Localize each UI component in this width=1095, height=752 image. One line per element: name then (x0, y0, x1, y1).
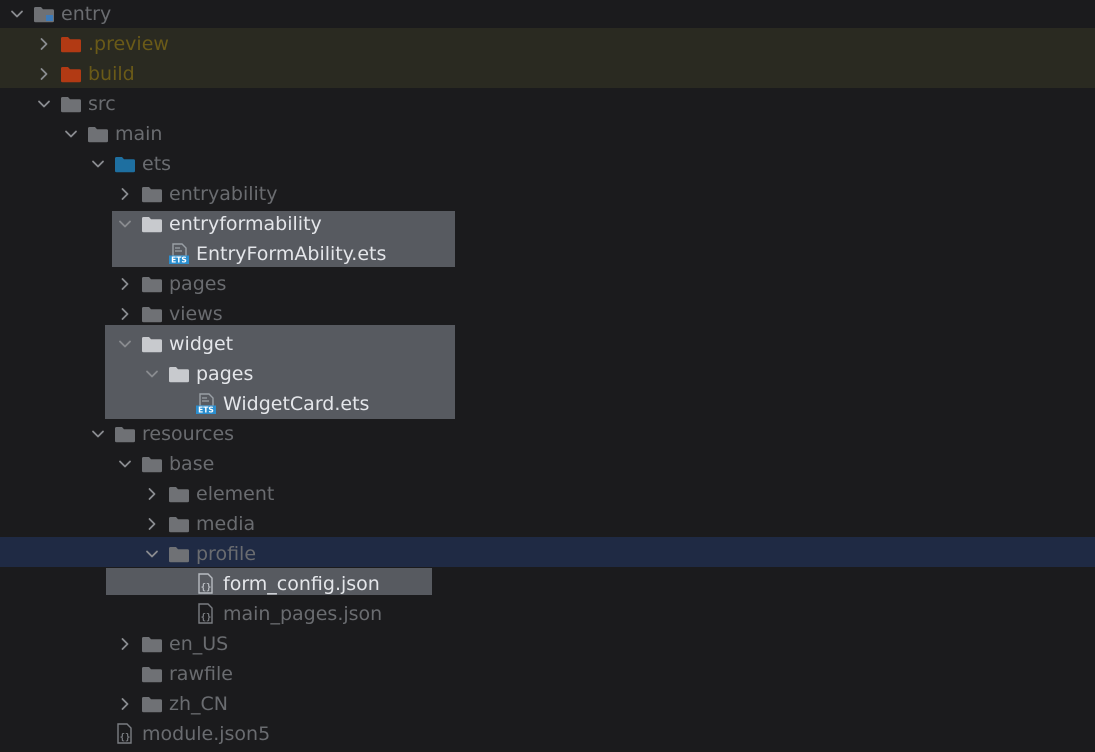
chevron-right-icon[interactable] (116, 695, 134, 713)
tree-row[interactable]: ets (0, 149, 1095, 179)
tree-item-label: entryability (169, 183, 278, 205)
module-folder-icon (33, 5, 55, 23)
chevron-right-icon[interactable] (143, 485, 161, 503)
tree-row[interactable]: .preview (0, 29, 1095, 59)
tree-row[interactable]: {} module.json5 (0, 719, 1095, 749)
folder-icon (114, 425, 136, 443)
tree-row[interactable]: pages (0, 359, 1095, 389)
tree-item-label: base (169, 453, 215, 475)
folder-icon (168, 365, 190, 383)
folder-icon (60, 95, 82, 113)
tree-item-label: entryformability (169, 213, 322, 235)
json-file-icon: {} (195, 573, 217, 594)
tree-item-label: zh_CN (169, 693, 228, 715)
folder-icon (141, 215, 163, 233)
chevron-down-icon[interactable] (116, 215, 134, 233)
tree-row[interactable]: profile (0, 539, 1095, 569)
tree-item-label: en_US (169, 633, 229, 655)
svg-text:{}: {} (201, 583, 212, 593)
tree-item-label: module.json5 (142, 723, 271, 745)
tree-row[interactable]: media (0, 509, 1095, 539)
tree-item-label: widget (169, 333, 234, 355)
tree-row[interactable]: entry (0, 0, 1095, 29)
ets-file-icon: ETS (195, 393, 217, 415)
tree-row[interactable]: en_US (0, 629, 1095, 659)
folder-icon (141, 185, 163, 203)
json-file-icon: {} (114, 723, 136, 744)
chevron-down-icon[interactable] (143, 365, 161, 383)
tree-row[interactable]: {} main_pages.json (0, 599, 1095, 629)
svg-text:{}: {} (201, 613, 212, 623)
folder-icon (168, 515, 190, 533)
tree-row[interactable]: element (0, 479, 1095, 509)
tree-row[interactable]: ETS WidgetCard.ets (0, 389, 1095, 419)
tree-row[interactable]: widget (0, 329, 1095, 359)
tree-item-label: pages (169, 273, 227, 295)
tree-item-label: entry (61, 3, 112, 25)
tree-row[interactable]: rawfile (0, 659, 1095, 689)
folder-icon (141, 635, 163, 653)
chevron-right-icon[interactable] (116, 305, 134, 323)
folder-icon (141, 455, 163, 473)
chevron-right-icon[interactable] (116, 185, 134, 203)
folder-icon (141, 305, 163, 323)
tree-item-label: ets (142, 153, 172, 175)
ets-file-icon: ETS (168, 243, 190, 265)
tree-item-label: build (88, 63, 135, 85)
excluded-folder-icon (60, 65, 82, 83)
folder-icon (141, 665, 163, 683)
chevron-right-icon[interactable] (143, 515, 161, 533)
tree-item-label: element (196, 483, 275, 505)
chevron-down-icon[interactable] (116, 335, 134, 353)
folder-icon (141, 335, 163, 353)
chevron-right-icon[interactable] (116, 275, 134, 293)
tree-row[interactable]: src (0, 89, 1095, 119)
chevron-down-icon[interactable] (89, 155, 107, 173)
chevron-right-icon[interactable] (35, 35, 53, 53)
tree-row[interactable]: entryability (0, 179, 1095, 209)
tree-item-label: media (196, 513, 256, 535)
tree-item-label: EntryFormAbility.ets (196, 243, 387, 265)
tree-row[interactable]: pages (0, 269, 1095, 299)
chevron-down-icon[interactable] (35, 95, 53, 113)
tree-row[interactable]: resources (0, 419, 1095, 449)
folder-icon (87, 125, 109, 143)
folder-icon (141, 275, 163, 293)
chevron-right-icon[interactable] (35, 65, 53, 83)
chevron-right-icon[interactable] (116, 635, 134, 653)
chevron-down-icon[interactable] (89, 425, 107, 443)
tree-item-label: .preview (88, 33, 169, 55)
tree-item-label: main (115, 123, 163, 145)
chevron-down-icon[interactable] (116, 455, 134, 473)
tree-item-label: resources (142, 423, 235, 445)
tree-row[interactable]: zh_CN (0, 689, 1095, 719)
tree-row[interactable]: entryformability (0, 209, 1095, 239)
folder-icon (168, 545, 190, 563)
source-folder-icon (114, 155, 136, 173)
tree-row[interactable]: ETS EntryFormAbility.ets (0, 239, 1095, 269)
folder-icon (168, 485, 190, 503)
tree-item-label: main_pages.json (223, 603, 383, 625)
tree-row[interactable]: {} form_config.json (0, 569, 1095, 599)
svg-text:{}: {} (120, 733, 131, 743)
chevron-down-icon[interactable] (143, 545, 161, 563)
tree-row[interactable]: base (0, 449, 1095, 479)
chevron-down-icon[interactable] (62, 125, 80, 143)
svg-text:ETS: ETS (198, 406, 214, 415)
tree-item-label: WidgetCard.ets (223, 393, 370, 415)
tree-item-label: profile (196, 543, 257, 565)
tree-item-label: views (169, 303, 223, 325)
tree-row[interactable]: main (0, 119, 1095, 149)
json-file-icon: {} (195, 603, 217, 624)
folder-icon (141, 695, 163, 713)
chevron-down-icon[interactable] (8, 5, 26, 23)
tree-item-label: form_config.json (223, 573, 380, 595)
tree-item-label: src (88, 93, 116, 115)
tree-item-label: rawfile (169, 663, 233, 685)
tree-row[interactable]: views (0, 299, 1095, 329)
tree-item-label: pages (196, 363, 254, 385)
svg-text:ETS: ETS (171, 256, 187, 265)
tree-row[interactable]: build (0, 59, 1095, 89)
excluded-folder-icon (60, 35, 82, 53)
